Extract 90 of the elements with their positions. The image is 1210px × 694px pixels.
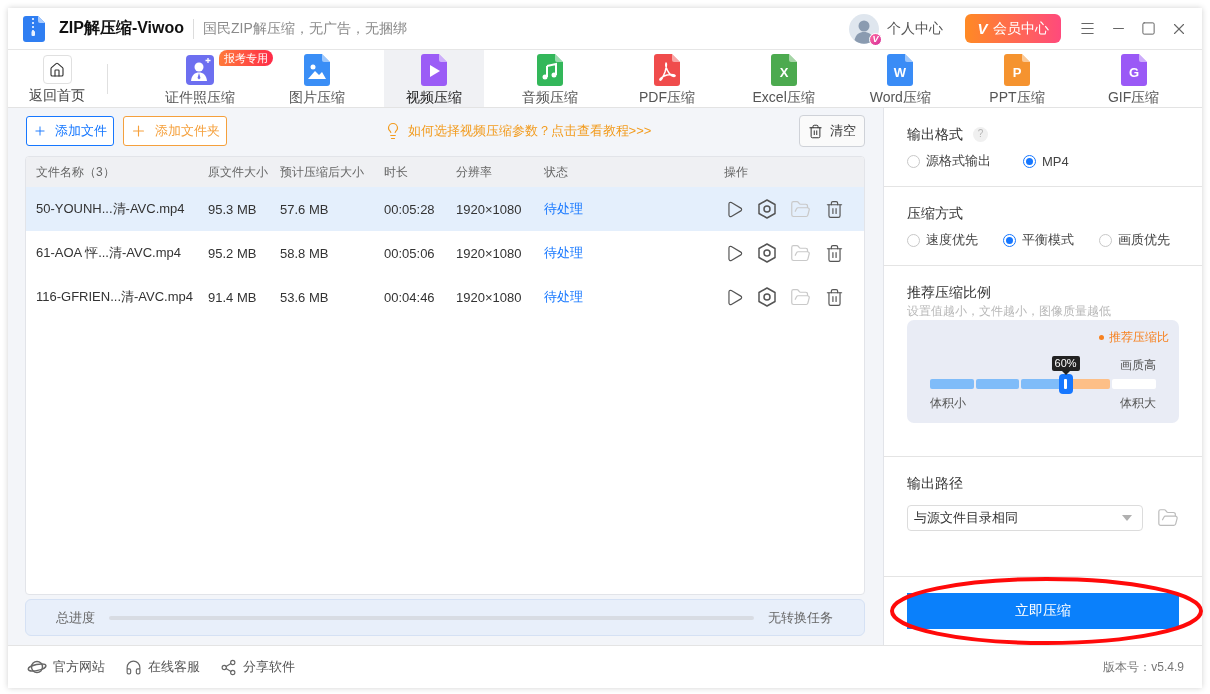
tool-tab[interactable]: 音频压缩 — [500, 50, 601, 107]
quality-high-label: 画质高 — [1120, 357, 1156, 373]
app-title: ZIP解压缩-Viwoo — [59, 18, 185, 38]
mode-option[interactable]: 速度优先 — [907, 231, 1003, 249]
clear-button[interactable]: 清空 — [799, 115, 865, 147]
headset-icon — [125, 658, 142, 676]
tool-tab[interactable]: 视频压缩 — [383, 50, 484, 107]
add-file-button[interactable]: 添加文件 — [26, 116, 114, 146]
estimated-size: 58.8 MB — [280, 245, 329, 261]
version-text: 版本号：v5.4.9 — [1103, 658, 1184, 676]
play-icon[interactable] — [725, 243, 744, 263]
section-title: 输出格式 — [907, 125, 963, 144]
progress-label: 总进度 — [56, 608, 95, 627]
footer-link[interactable]: 在线客服 — [125, 658, 200, 676]
settings-icon[interactable] — [758, 199, 776, 219]
compress-button[interactable]: 立即压缩 — [907, 593, 1179, 629]
file-row[interactable]: 50-YOUNH...清-AVC.mp4 95.3 MB 57.6 MB 00:05:28 1920×1080 待处理 — [26, 187, 864, 231]
column-header: 时长 — [384, 163, 409, 181]
size-large-label: 体积大 — [1120, 395, 1156, 411]
original-size: 95.2 MB — [208, 245, 257, 261]
plus-icon — [130, 122, 147, 140]
column-header: 预计压缩后大小 — [280, 163, 365, 181]
legend-dot-icon — [1099, 334, 1104, 340]
delete-icon[interactable] — [825, 199, 844, 219]
settings-icon[interactable] — [758, 243, 776, 263]
planet-icon — [27, 659, 47, 675]
file-name: 61-AOA 怦...清-AVC.mp4 — [36, 244, 181, 262]
format-option[interactable]: 源格式输出 — [907, 152, 1023, 170]
mode-option[interactable]: 平衡模式 — [1003, 231, 1099, 249]
estimated-size: 53.6 MB — [280, 289, 329, 305]
size-small-label: 体积小 — [930, 395, 966, 411]
original-size: 95.3 MB — [208, 201, 257, 217]
progress-status: 无转换任务 — [768, 608, 833, 627]
duration: 00:05:28 — [384, 201, 435, 217]
duration: 00:05:06 — [384, 245, 435, 261]
vip-logo-icon: V — [977, 20, 988, 37]
section-title: 压缩方式 — [907, 204, 963, 223]
original-size: 91.4 MB — [208, 289, 257, 305]
play-icon[interactable] — [725, 199, 744, 219]
trash-icon — [808, 123, 823, 139]
format-option[interactable]: MP4 — [1023, 153, 1139, 169]
status-text: 待处理 — [544, 244, 583, 262]
caret-icon — [1122, 515, 1132, 521]
column-header: 操作 — [724, 163, 749, 181]
file-name: 116-GFRIEN...清-AVC.mp4 — [36, 288, 193, 306]
resolution: 1920×1080 — [456, 289, 522, 305]
resolution: 1920×1080 — [456, 245, 522, 261]
legend-label: 推荐压缩比 — [1109, 328, 1169, 346]
tool-tab[interactable]: G GIF压缩 — [1083, 50, 1184, 107]
tool-tab[interactable]: W Word压缩 — [850, 50, 951, 107]
menu-icon[interactable] — [1079, 20, 1096, 37]
mode-option[interactable]: 画质优先 — [1099, 231, 1195, 249]
maximize-icon[interactable] — [1141, 21, 1156, 36]
status-text: 待处理 — [544, 288, 583, 306]
output-path-select[interactable]: 与源文件目录相同 — [907, 505, 1143, 531]
zip-file-logo-icon — [20, 14, 48, 43]
delete-icon[interactable] — [825, 287, 844, 307]
profile-link[interactable]: V 个人中心 — [849, 13, 943, 44]
column-header: 状态 — [544, 163, 569, 181]
resolution: 1920×1080 — [456, 201, 522, 217]
column-header: 原文件大小 — [208, 163, 269, 181]
footer-link[interactable]: 官方网站 — [27, 658, 105, 676]
tool-tab[interactable]: PDF压缩 — [617, 50, 717, 107]
share-icon — [220, 658, 237, 676]
letter-file-icon: P — [1004, 54, 1030, 86]
value-tooltip: 60% — [1051, 356, 1080, 375]
tool-tab[interactable]: X Excel压缩 — [733, 50, 834, 107]
letter-file-icon: W — [887, 54, 914, 86]
exam-badge: 报考专用 — [219, 50, 274, 66]
column-header: 文件名称（3） — [36, 163, 116, 181]
status-text: 待处理 — [544, 200, 583, 218]
settings-icon[interactable] — [758, 287, 776, 307]
letter-file-icon: X — [770, 54, 797, 86]
estimated-size: 57.6 MB — [280, 201, 329, 217]
tool-tab[interactable]: P PPT压缩 — [967, 50, 1067, 107]
section-title: 推荐压缩比例 — [907, 283, 991, 302]
column-header: 分辨率 — [456, 163, 493, 181]
duration: 00:04:46 — [384, 289, 435, 305]
slider-thumb[interactable] — [1058, 374, 1073, 394]
ratio-hint: 设置值越小，文件越小，图像质量越低 — [907, 303, 1112, 319]
play-icon[interactable] — [725, 287, 744, 307]
avatar-icon — [849, 13, 879, 44]
letter-file-icon: G — [1120, 54, 1147, 86]
delete-icon[interactable] — [825, 243, 844, 263]
home-button[interactable]: 返回首页 — [17, 50, 97, 107]
file-name: 50-YOUNH...清-AVC.mp4 — [36, 200, 185, 218]
footer-link[interactable]: 分享软件 — [220, 658, 295, 676]
section-title: 输出路径 — [907, 474, 963, 493]
app-slogan: 国民ZIP解压缩，无广告，无捆绑 — [203, 19, 407, 38]
home-icon — [42, 55, 72, 84]
